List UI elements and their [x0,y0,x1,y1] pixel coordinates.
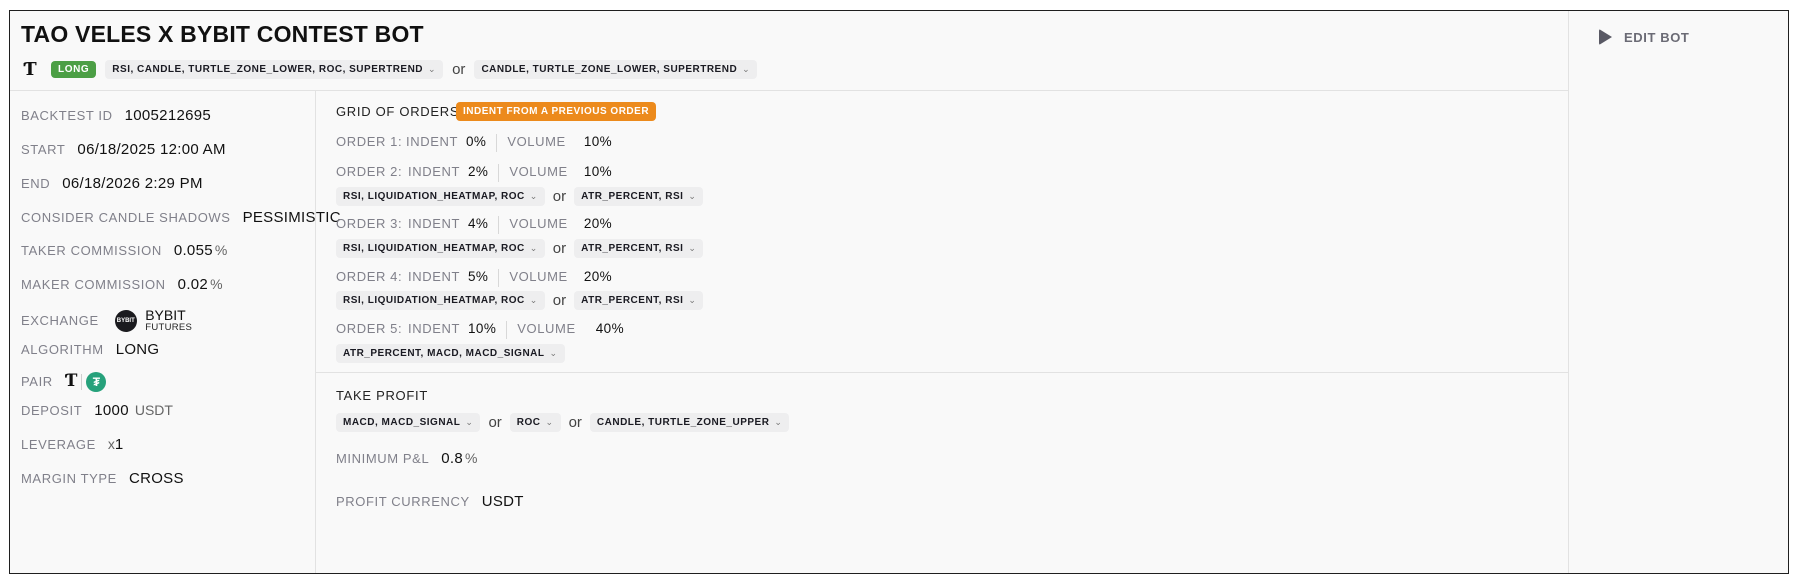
backtest-id-row: BACKTEST ID 1005212695 [21,107,212,124]
chevron-down-icon: ⌄ [465,417,474,427]
order-condition-chip[interactable]: ATR_PERCENT, RSI ⌄ [574,239,704,258]
order-volume-value: 10 [583,134,600,149]
order-indent-value: 5 [468,269,476,284]
order-indent-value: 10 [468,321,484,336]
backtest-id-value: 1005212695 [124,107,212,124]
start-value: 06/18/2025 12:00 AM [77,141,226,158]
maker-commission-value: 0.02 [177,276,209,293]
exchange-name: BYBIT FUTURES [145,307,193,333]
profit-currency-row: PROFIT CURRENCY USDT [336,493,524,510]
order-volume-value: 40 [595,321,612,336]
tao-logo-icon: Ƭ [23,59,37,80]
chevron-down-icon: ⌄ [428,64,437,74]
bot-header: TAO VELES X BYBIT CONTEST BOT Ƭ LONG RSI… [10,11,1568,91]
chevron-down-icon: ⌄ [688,191,697,201]
candle-shadows-row: CONSIDER CANDLE SHADOWS PESSIMISTIC [21,209,341,226]
algorithm-value: LONG [115,341,160,358]
take-profit-title: TAKE PROFIT [336,388,428,403]
bot-details-main: TAO VELES X BYBIT CONTEST BOT Ƭ LONG RSI… [10,11,1568,573]
order-condition-chip[interactable]: ATR_PERCENT, RSI ⌄ [574,187,704,206]
leverage-value: 1 [114,436,124,453]
order-condition-chip[interactable]: ATR_PERCENT, RSI ⌄ [574,291,704,310]
order-indent-value: 0 [466,134,474,149]
chevron-down-icon: ⌄ [529,295,538,305]
order-volume-value: 20 [583,269,600,284]
order-condition-chip[interactable]: RSI, LIQUIDATION_HEATMAP, ROC ⌄ [336,187,545,206]
deposit-value: 1000 [94,402,129,419]
order-conditions-row: RSI, LIQUIDATION_HEATMAP, ROC ⌄ or ATR_PE… [336,187,704,206]
tao-token-icon: Ƭ [64,371,78,391]
chevron-down-icon: ⌄ [529,243,538,253]
take-profit-conditions-row: MACD, MACD_SIGNAL ⌄ or ROC ⌄ or CANDLE, TU… [336,413,790,432]
entry-condition-chip[interactable]: RSI, CANDLE, TURTLE_ZONE_LOWER, ROC, SUP… [105,60,444,79]
order-conditions-row: ATR_PERCENT, MACD, MACD_SIGNAL ⌄ [336,344,565,363]
order-row: ORDER 1: INDENT 0% VOLUME 10% [336,134,612,152]
order-indent-value: 2 [468,164,476,179]
order-conditions-row: RSI, LIQUIDATION_HEATMAP, ROC ⌄ or ATR_PE… [336,291,704,310]
taker-commission-value: 0.055 [173,242,213,259]
start-row: START 06/18/2025 12:00 AM [21,141,226,158]
end-value: 06/18/2026 2:29 PM [62,175,203,192]
play-icon [1599,29,1612,45]
order-row: ORDER 5: INDENT 10% VOLUME 40% [336,321,624,339]
chevron-down-icon: ⌄ [529,191,538,201]
order-volume-value: 20 [583,216,600,231]
take-profit-condition-chip[interactable]: ROC ⌄ [509,413,561,432]
chevron-down-icon: ⌄ [742,64,751,74]
order-row: ORDER 4: INDENT 5% VOLUME 20% [336,269,612,287]
usdt-token-icon: ₮ [86,371,107,392]
end-row: END 06/18/2026 2:29 PM [21,175,203,192]
order-indent-value: 4 [468,216,476,231]
chevron-down-icon: ⌄ [549,348,558,358]
margin-type-row: MARGIN TYPE CROSS [21,470,184,487]
strategy-details: GRID OF ORDERS INDENT FROM A PREVIOUS OR… [316,91,1568,573]
bot-card: TAO VELES X BYBIT CONTEST BOT Ƭ LONG RSI… [9,10,1789,574]
actions-panel: EDIT BOT [1568,11,1788,573]
order-row: ORDER 3: INDENT 4% VOLUME 20% [336,216,612,234]
profit-currency-value: USDT [481,493,524,510]
minimum-pnl-value: 0.8 [441,450,464,467]
minimum-pnl-row: MINIMUM P&L 0.8% [336,450,478,467]
maker-commission-row: MAKER COMMISSION 0.02% [21,276,223,293]
entry-condition-chip[interactable]: CANDLE, TURTLE_ZONE_LOWER, SUPERTREND ⌄ [474,60,758,79]
order-row: ORDER 2: INDENT 2% VOLUME 10% [336,164,612,182]
order-condition-chip[interactable]: ATR_PERCENT, MACD, MACD_SIGNAL ⌄ [336,344,565,363]
indent-mode-badge: INDENT FROM A PREVIOUS ORDER [456,102,657,121]
or-label: or [452,61,466,78]
take-profit-section: TAKE PROFIT MACD, MACD_SIGNAL ⌄ or ROC ⌄ o… [316,373,1568,573]
chevron-down-icon: ⌄ [688,243,697,253]
grid-title: GRID OF ORDERS [336,104,460,119]
exchange-row: EXCHANGE BYBIT BYBIT FUTURES [21,307,193,333]
margin-type-value: CROSS [128,470,184,487]
chevron-down-icon: ⌄ [688,295,697,305]
grid-of-orders-section: GRID OF ORDERS INDENT FROM A PREVIOUS OR… [316,91,1568,373]
deposit-row: DEPOSIT 1000 USDT [21,402,173,419]
pair-row: PAIR Ƭ ₮ [21,371,107,392]
side-badge: LONG [51,61,97,78]
order-condition-chip[interactable]: RSI, LIQUIDATION_HEATMAP, ROC ⌄ [336,239,545,258]
leverage-row: LEVERAGE x1 [21,436,124,453]
taker-commission-row: TAKER COMMISSION 0.055% [21,242,228,259]
entry-conditions-row: Ƭ LONG RSI, CANDLE, TURTLE_ZONE_LOWER, R… [21,59,758,80]
pair-divider [81,373,83,390]
algorithm-row: ALGORITHM LONG [21,341,160,358]
backtest-details: BACKTEST ID 1005212695 START 06/18/2025 … [10,91,341,573]
edit-bot-button[interactable]: EDIT BOT [1599,29,1689,45]
order-volume-value: 10 [583,164,600,179]
chevron-down-icon: ⌄ [545,417,554,427]
take-profit-condition-chip[interactable]: MACD, MACD_SIGNAL ⌄ [336,413,481,432]
bybit-logo-icon: BYBIT [114,309,137,332]
order-conditions-row: RSI, LIQUIDATION_HEATMAP, ROC ⌄ or ATR_PE… [336,239,704,258]
chevron-down-icon: ⌄ [774,417,783,427]
take-profit-condition-chip[interactable]: CANDLE, TURTLE_ZONE_UPPER ⌄ [589,413,790,432]
order-condition-chip[interactable]: RSI, LIQUIDATION_HEATMAP, ROC ⌄ [336,291,545,310]
bot-title: TAO VELES X BYBIT CONTEST BOT [21,21,424,47]
